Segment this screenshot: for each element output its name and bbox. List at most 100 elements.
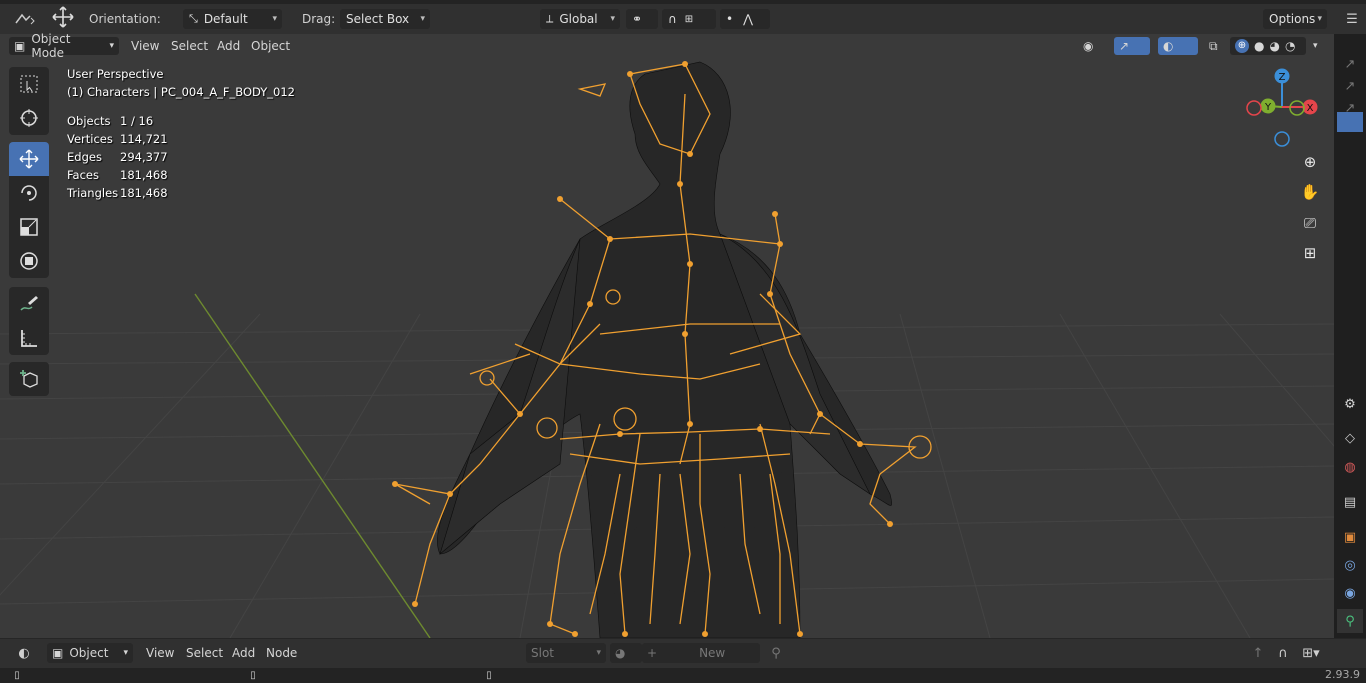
visibility-dropdown[interactable]: ◉: [1078, 37, 1110, 55]
mouse-right-icon: ▯: [486, 670, 492, 681]
node-menu-view[interactable]: View: [146, 646, 174, 660]
stat-faces-label: Faces: [67, 168, 99, 182]
tool-cursor[interactable]: [9, 101, 49, 135]
parent-node-tree-icon[interactable]: ↑: [1248, 643, 1268, 663]
object-properties-icon[interactable]: ▣: [1337, 525, 1363, 549]
snap-toggle[interactable]: ∩ ⊞: [662, 9, 716, 29]
snap-element-icon[interactable]: ⊞▾: [1296, 643, 1326, 663]
editor-type-icon[interactable]: [10, 9, 40, 29]
collection-properties-icon[interactable]: ▤: [1337, 490, 1363, 514]
shader-type-value: Object: [69, 646, 109, 660]
tool-tab-icon[interactable]: ↗: [1337, 52, 1363, 76]
node-menu-add[interactable]: Add: [232, 646, 255, 660]
material-shading-icon[interactable]: ◕: [1269, 39, 1279, 53]
slot-dropdown[interactable]: Slot ▾: [526, 643, 606, 663]
mouse-middle-icon: ▯: [250, 670, 256, 681]
tool-measure[interactable]: [9, 321, 49, 355]
sidebar-toggle-icon[interactable]: ☰: [1340, 9, 1364, 29]
mode-dropdown[interactable]: ▣ Object Mode ▾: [9, 32, 119, 60]
node-menu-select[interactable]: Select: [186, 646, 223, 660]
chevron-down-icon: ▾: [420, 14, 425, 24]
tool-move[interactable]: [9, 142, 49, 176]
gizmo-neg-x[interactable]: [1246, 100, 1262, 116]
overlays-toggle[interactable]: ◐: [1158, 37, 1198, 55]
menu-add[interactable]: Add: [212, 37, 245, 55]
shading-modes[interactable]: ⊕ ● ◕ ◔: [1230, 37, 1306, 55]
render-properties-icon[interactable]: ◇: [1337, 426, 1363, 450]
active-tab[interactable]: [1337, 112, 1363, 132]
add-cube-icon: [20, 370, 38, 388]
move-icon: [19, 149, 39, 169]
physics-properties-icon[interactable]: ◉: [1337, 581, 1363, 605]
gizmo-y-label: Y: [1264, 102, 1272, 113]
annotate-pencil-icon: [20, 296, 38, 311]
view-name: User Perspective: [67, 67, 164, 81]
material-browse-dropdown[interactable]: ◕: [610, 643, 642, 663]
eye-icon: ◉: [1083, 39, 1094, 53]
shader-type-dropdown[interactable]: ▣ Object ▾: [47, 643, 133, 663]
navigation-gizmo[interactable]: Z Y X: [1242, 67, 1322, 147]
object-type-icon: ▣: [52, 646, 64, 660]
menu-select[interactable]: Select: [166, 37, 213, 55]
perspective-grid-icon[interactable]: ⊞: [1296, 239, 1324, 267]
transform-pivot-icon[interactable]: [50, 6, 76, 28]
pin-icon[interactable]: ⚲: [764, 643, 788, 663]
version-label: 2.93.9: [1325, 668, 1360, 681]
pan-hand-icon[interactable]: ✋: [1296, 178, 1324, 206]
xray-toggle[interactable]: ⧉: [1204, 37, 1224, 55]
chevron-down-icon: ▾: [596, 648, 601, 658]
rotate-icon: [21, 185, 37, 201]
drag-label: Drag:: [302, 12, 336, 26]
stat-edges-label: Edges: [67, 150, 102, 164]
measure-ruler-icon: [21, 330, 37, 347]
active-object-name: (1) Characters | PC_004_A_F_BODY_012: [67, 85, 295, 99]
proportional-editing-toggle[interactable]: • ⋀: [720, 9, 770, 29]
world-properties-icon[interactable]: ◍: [1337, 455, 1363, 479]
drag-dropdown[interactable]: Select Box ▾: [340, 9, 430, 29]
new-material-button[interactable]: + New: [642, 643, 760, 663]
3d-viewport[interactable]: [0, 34, 1334, 638]
transform-orientation-dropdown[interactable]: ⟂ Global ▾: [540, 9, 620, 29]
orientation-value: Default: [203, 12, 248, 26]
gizmo-icon: ↗: [1119, 39, 1130, 53]
new-label: New: [699, 646, 726, 660]
stat-vertices-label: Vertices: [67, 132, 113, 146]
tool-select-box[interactable]: [9, 67, 49, 101]
tool-transform[interactable]: [9, 244, 49, 278]
falloff-curve-icon: ⋀: [743, 12, 753, 26]
tool-properties-icon[interactable]: ⚙: [1337, 392, 1363, 416]
node-menu-node[interactable]: Node: [266, 646, 297, 660]
tool-add-cube[interactable]: [9, 362, 49, 396]
solid-shading-icon[interactable]: ●: [1254, 39, 1264, 53]
object-data-armature-icon[interactable]: ⚲: [1337, 609, 1363, 633]
modifier-properties-icon[interactable]: ◎: [1337, 553, 1363, 577]
chevron-down-icon: ▾: [1317, 14, 1322, 24]
tool-rotate[interactable]: [9, 176, 49, 210]
menu-view[interactable]: View: [126, 37, 164, 55]
transform-space-value: Global: [559, 12, 598, 26]
gizmo-neg-z[interactable]: [1274, 131, 1290, 147]
snap-magnet-icon[interactable]: ∩: [1272, 643, 1294, 663]
tool-scale[interactable]: [9, 210, 49, 244]
gizmo-toggle[interactable]: ↗: [1114, 37, 1150, 55]
view-tab-icon[interactable]: ↗: [1337, 74, 1363, 98]
options-dropdown[interactable]: Options ▾: [1263, 9, 1327, 29]
stat-triangles-value: 181,468: [120, 186, 168, 200]
tool-annotate[interactable]: [9, 287, 49, 321]
orientation-axis-icon: ⤡: [189, 12, 198, 25]
pivot-point-dropdown[interactable]: ⚭: [626, 9, 658, 29]
transform-icon: [20, 252, 38, 270]
slot-label: Slot: [531, 646, 554, 660]
proportional-dot-icon: •: [726, 12, 734, 26]
camera-icon[interactable]: ⎚: [1296, 209, 1324, 237]
shading-dropdown-chevron[interactable]: ▾: [1308, 37, 1323, 55]
global-axis-icon: ⟂: [546, 12, 554, 25]
orientation-dropdown[interactable]: ⤡ Default ▾: [183, 9, 282, 29]
editor-type-node-icon[interactable]: ◐: [8, 643, 40, 663]
rendered-shading-icon[interactable]: ◔: [1285, 39, 1295, 53]
pivot-icon: ⚭: [632, 12, 643, 26]
menu-object[interactable]: Object: [246, 37, 295, 55]
chevron-down-icon: ▾: [1313, 41, 1318, 51]
wireframe-shading-icon[interactable]: ⊕: [1235, 39, 1249, 53]
zoom-icon[interactable]: ⊕: [1296, 148, 1324, 176]
